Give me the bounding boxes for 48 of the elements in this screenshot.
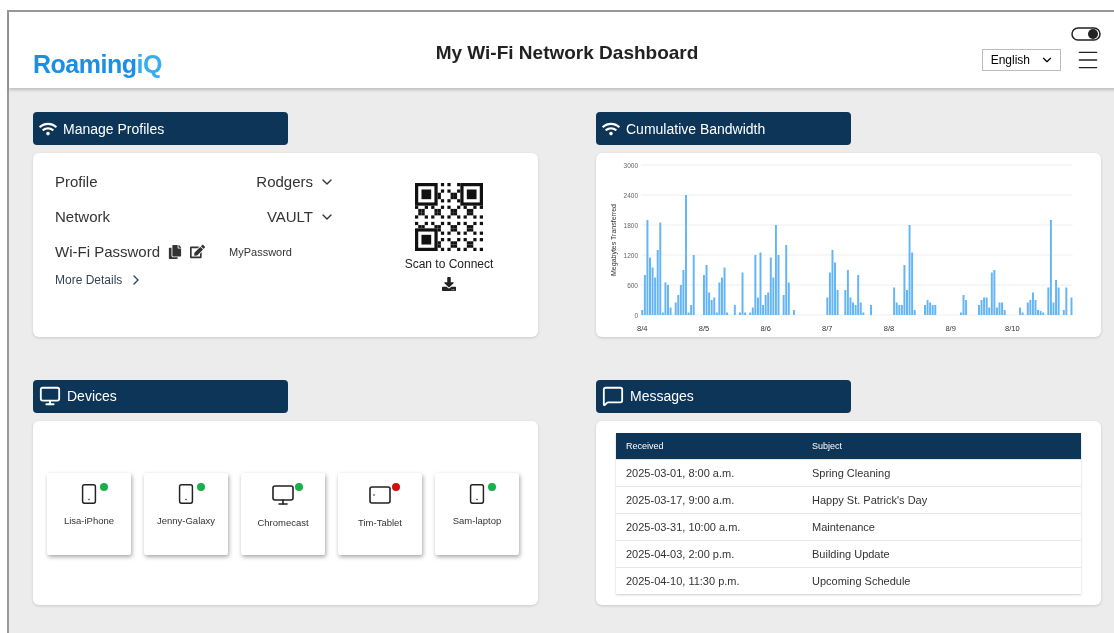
field-label: Wi-Fi Password — [55, 243, 160, 260]
section-title: Devices — [67, 388, 117, 404]
copy-icon[interactable] — [168, 244, 182, 259]
table-cell: 2025-04-03, 2:00 p.m. — [616, 540, 802, 567]
field-label: Profile — [55, 173, 98, 190]
qr-code — [415, 183, 483, 251]
dropdown[interactable]: VAULT — [266, 208, 335, 225]
device-name: Jenny-Galaxy — [156, 514, 216, 526]
language-select[interactable]: English — [981, 49, 1061, 71]
table-cell: 2025-03-01, 8:00 a.m. — [616, 459, 802, 486]
table-cell: 2025-04-10, 11:30 p.m. — [616, 567, 802, 594]
dropdown[interactable]: Rodgers — [256, 173, 335, 190]
qr-caption: Scan to Connect — [404, 257, 494, 271]
download-icon[interactable] — [442, 277, 456, 291]
bar — [733, 305, 736, 315]
device-tile[interactable]: Tim-Tablet — [338, 472, 422, 555]
device-name: Lisa-iPhone — [63, 514, 115, 526]
table-cell: Building Update — [802, 540, 1081, 567]
device-name: Chromecast — [257, 516, 309, 528]
device-tile[interactable]: Lisa-iPhone — [47, 472, 131, 555]
table-cell: Upcoming Schedule — [802, 567, 1081, 594]
table-cell: Maintenance — [802, 513, 1081, 540]
page-title: My Wi-Fi Network Dashboard — [434, 42, 700, 64]
table-cell: Spring Cleaning — [802, 459, 1081, 486]
table-cell: Happy St. Patrick's Day — [802, 486, 1081, 513]
column-header: Received — [616, 432, 802, 459]
device-name: Sam-laptop — [452, 514, 502, 526]
table-cell: 2025-03-17, 9:00 a.m. — [616, 486, 802, 513]
password-value: MyPassword — [229, 245, 292, 258]
message-icon — [602, 385, 624, 407]
field-label: Network — [55, 208, 110, 225]
monitor-icon — [271, 482, 295, 507]
bar — [869, 305, 872, 315]
toggle-icon[interactable] — [1071, 27, 1101, 41]
table-cell: 2025-03-31, 10:00 a.m. — [616, 513, 802, 540]
device-name: Tim-Tablet — [358, 516, 402, 528]
edit-icon[interactable] — [190, 244, 205, 259]
more-details-link[interactable]: More Details — [55, 272, 384, 288]
device-tile[interactable]: Jenny-Galaxy — [144, 472, 228, 555]
section-title: Messages — [630, 388, 694, 404]
column-header: Subject — [802, 432, 1081, 459]
section-title: Manage Profiles — [63, 120, 165, 137]
device-tile[interactable]: Chromecast — [241, 472, 325, 555]
device-tile[interactable]: Sam-laptop — [435, 472, 519, 555]
section-title: Cumulative Bandwidth — [626, 120, 766, 137]
bar — [792, 310, 795, 315]
logo: RoamingiQ — [33, 49, 163, 79]
monitor-icon — [39, 385, 61, 407]
